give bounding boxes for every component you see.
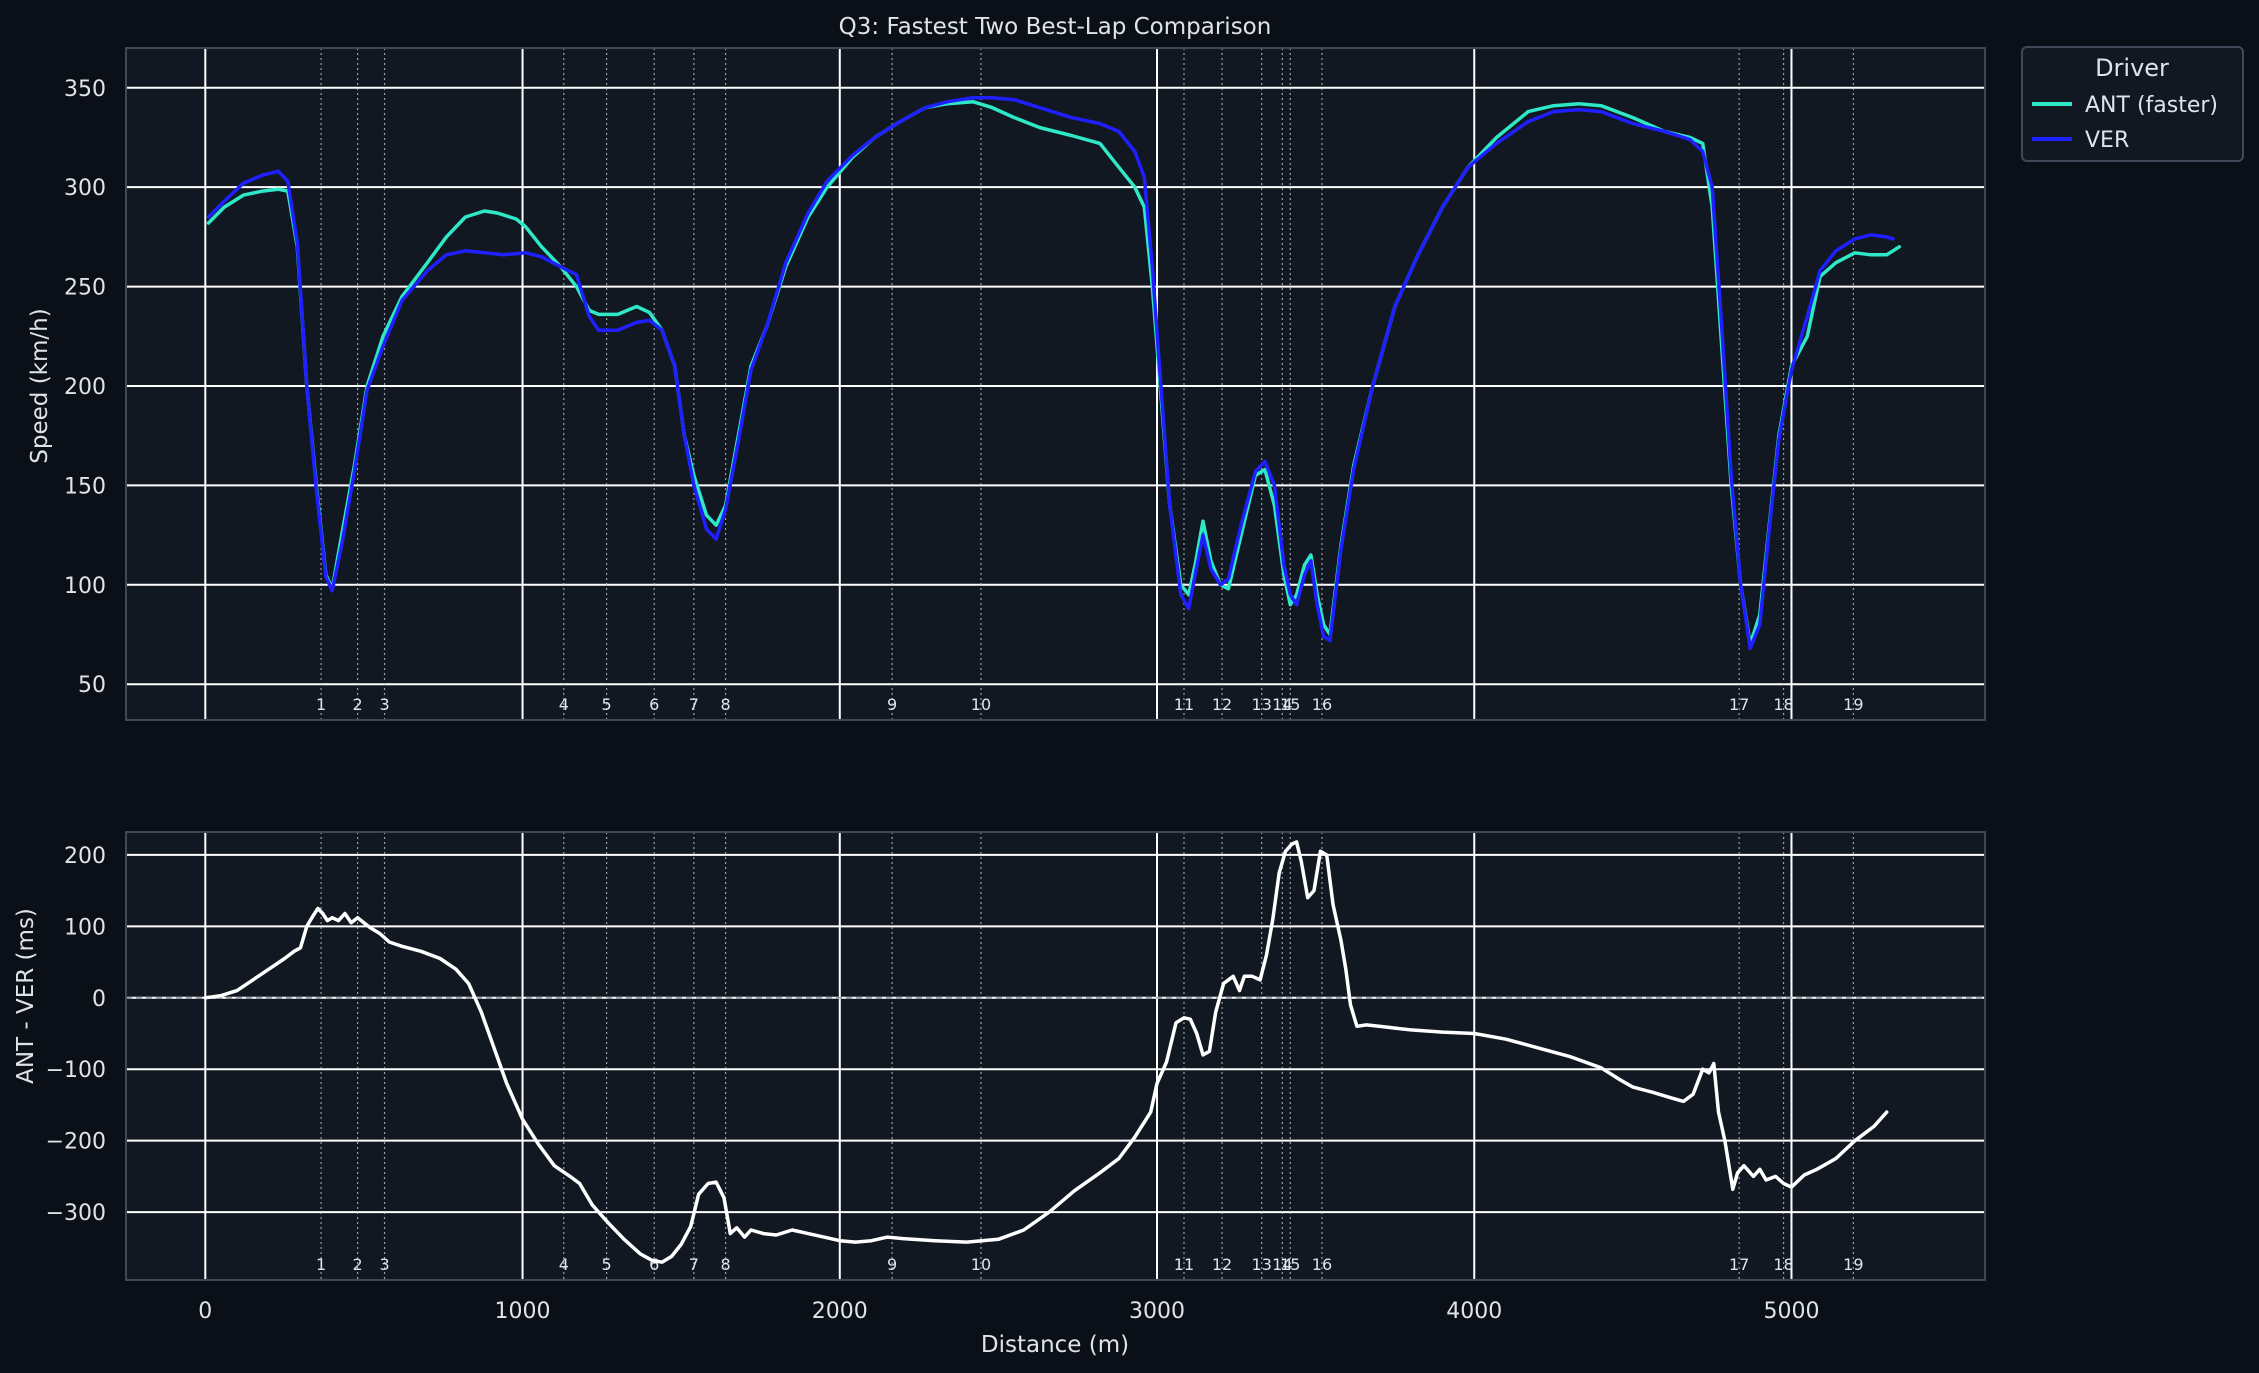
delta-y-tick-label: −300: [46, 1201, 106, 1226]
legend-title: Driver: [2095, 54, 2169, 82]
speed-corner-label: 8: [720, 695, 730, 714]
speed-corner-label: 18: [1773, 695, 1793, 714]
delta-corner-label: 13: [1252, 1255, 1272, 1274]
delta-corner-label: 5: [602, 1255, 612, 1274]
delta-y-tick-label: 200: [64, 844, 106, 869]
delta-corner-label: 10: [971, 1255, 991, 1274]
speed-y-tick-label: 100: [64, 574, 106, 599]
x-tick-label: 0: [198, 1299, 212, 1324]
speed-y-tick-label: 150: [64, 474, 106, 499]
legend-label-ant: ANT (faster): [2085, 93, 2218, 118]
delta-corner-label: 7: [689, 1255, 699, 1274]
speed-corner-label: 16: [1312, 695, 1332, 714]
speed-corner-label: 19: [1843, 695, 1863, 714]
speed-corner-label: 2: [352, 695, 362, 714]
x-tick-label: 5000: [1763, 1299, 1819, 1324]
speed-y-tick-label: 350: [64, 77, 106, 102]
speed-corner-label: 11: [1174, 695, 1194, 714]
speed-y-tick-label: 250: [64, 276, 106, 301]
speed-corner-label: 4: [559, 695, 569, 714]
delta-corner-label: 4: [559, 1255, 569, 1274]
x-tick-label: 3000: [1129, 1299, 1185, 1324]
x-tick-label: 1000: [495, 1299, 551, 1324]
x-axis-label: Distance (m): [981, 1332, 1129, 1358]
speed-panel: 1 2 3 4 5 6 7 8 9 10 11 12 13 1415 16 17 18 1950100150200…: [64, 47, 1986, 721]
speed-y-tick-label: 300: [64, 176, 106, 201]
chart-title: Q3: Fastest Two Best-Lap Comparison: [839, 14, 1272, 40]
legend-label-ver: VER: [2085, 128, 2129, 153]
speed-corner-label: 7: [689, 695, 699, 714]
speed-corner-label: 9: [887, 695, 897, 714]
speed-corner-label: 5: [602, 695, 612, 714]
speed-y-tick-label: 200: [64, 375, 106, 400]
speed-corner-label: 15: [1280, 695, 1300, 714]
speed-corner-label: 6: [649, 695, 659, 714]
legend: Driver ANT (faster) VER: [2021, 46, 2244, 162]
speed-y-axis-label: Speed (km/h): [27, 308, 53, 463]
x-tick-label: 2000: [812, 1299, 868, 1324]
delta-corner-label: 9: [887, 1255, 897, 1274]
speed-corner-label: 12: [1212, 695, 1232, 714]
speed-y-tick-label: 50: [78, 673, 106, 698]
delta-corner-label: 19: [1843, 1255, 1863, 1274]
speed-corner-label: 17: [1729, 695, 1749, 714]
delta-corner-label: 15: [1280, 1255, 1300, 1274]
delta-corner-label: 8: [720, 1255, 730, 1274]
speed-corner-label: 3: [379, 695, 389, 714]
delta-corner-label: 12: [1212, 1255, 1232, 1274]
x-tick-label: 4000: [1446, 1299, 1502, 1324]
delta-y-tick-label: 100: [64, 915, 106, 940]
delta-corner-label: 17: [1729, 1255, 1749, 1274]
speed-corner-label: 13: [1252, 695, 1272, 714]
speed-corner-label: 10: [971, 695, 991, 714]
delta-y-tick-label: −200: [46, 1130, 106, 1155]
delta-panel: 1 2 3 4 5 6 7 8 9 10 11 12 13 1415 16 17 18 19−300−200−10…: [46, 831, 1986, 1324]
delta-corner-label: 18: [1773, 1255, 1793, 1274]
delta-corner-label: 11: [1174, 1255, 1194, 1274]
delta-corner-label: 1: [316, 1255, 326, 1274]
delta-y-axis-label: ANT - VER (ms): [13, 908, 39, 1084]
delta-corner-label: 16: [1312, 1255, 1332, 1274]
speed-plot-area: [126, 48, 1985, 720]
delta-y-tick-label: 0: [92, 987, 106, 1012]
delta-corner-label: 3: [379, 1255, 389, 1274]
speed-corner-label: 1: [316, 695, 326, 714]
delta-corner-label: 2: [352, 1255, 362, 1274]
figure: Q3: Fastest Two Best-Lap Comparison 1234…: [0, 0, 2259, 1373]
delta-y-tick-label: −100: [46, 1058, 106, 1083]
